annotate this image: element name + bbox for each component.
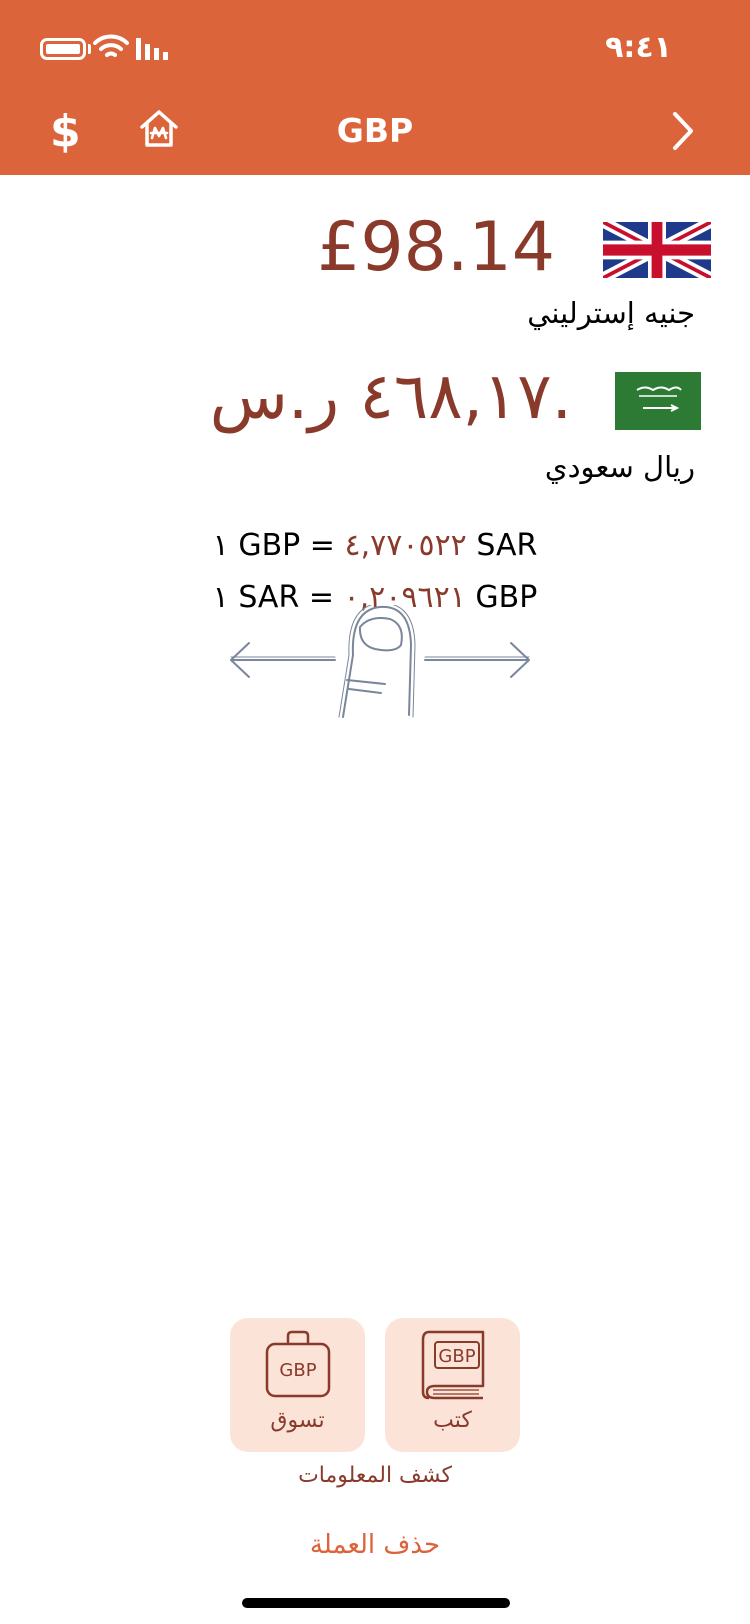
rate-line-base-suffix: SAR bbox=[466, 528, 538, 563]
shopping-button[interactable]: GBP تسوق bbox=[230, 1318, 365, 1452]
chevron-right-icon[interactable] bbox=[671, 110, 695, 152]
header-bar: ٩:٤١ $ GBP bbox=[0, 0, 750, 175]
book-icon-text: GBP bbox=[438, 1346, 475, 1367]
home-indicator[interactable] bbox=[242, 1598, 510, 1608]
battery-tip bbox=[88, 44, 91, 54]
page-title: GBP bbox=[336, 111, 414, 150]
delete-currency-button[interactable]: حذف العملة bbox=[0, 1530, 750, 1560]
books-label: كتب bbox=[433, 1408, 472, 1433]
signal-icon bbox=[136, 38, 168, 60]
uk-flag-icon[interactable] bbox=[603, 222, 711, 278]
book-icon: GBP bbox=[421, 1330, 485, 1400]
swipe-gesture-icon bbox=[230, 605, 530, 718]
saudi-flag-icon[interactable] bbox=[615, 372, 701, 430]
target-currency-name: ريال سعودي bbox=[544, 450, 695, 484]
status-time: ٩:٤١ bbox=[605, 30, 672, 65]
target-amount[interactable]: ٤٦٨,١٧ ر.س. bbox=[210, 360, 572, 434]
battery-icon bbox=[40, 38, 86, 60]
shopping-bag-icon: GBP bbox=[265, 1330, 331, 1398]
rate-line-base: ١ GBP = ٤,٧٧٠٥٢٢ SAR bbox=[0, 528, 750, 563]
shopping-label: تسوق bbox=[270, 1408, 325, 1433]
rate-line-base-prefix: ١ GBP = bbox=[212, 528, 345, 563]
base-amount[interactable]: £98.14 bbox=[317, 208, 555, 287]
wifi-icon bbox=[93, 34, 129, 57]
base-currency-name: جنيه إسترليني bbox=[527, 296, 695, 330]
info-caption: كشف المعلومات bbox=[298, 1463, 452, 1488]
rate-line-base-value: ٤,٧٧٠٥٢٢ bbox=[344, 528, 467, 563]
shopping-bag-icon-text: GBP bbox=[279, 1360, 316, 1381]
books-button[interactable]: GBP كتب bbox=[385, 1318, 520, 1452]
